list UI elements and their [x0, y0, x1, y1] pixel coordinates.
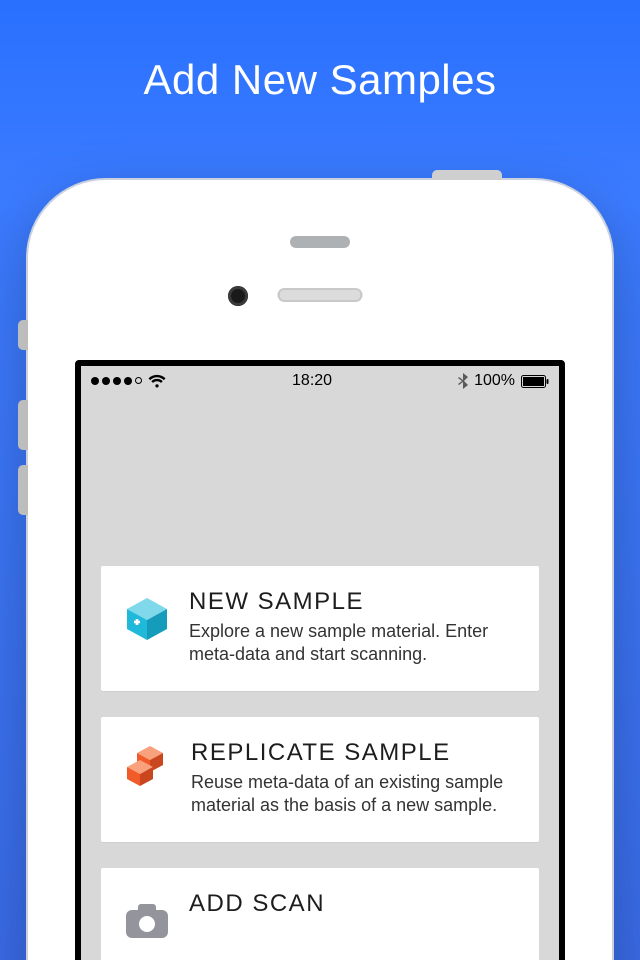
phone-mockup: 18:20 100%: [28, 180, 612, 960]
bluetooth-icon: [458, 373, 468, 389]
card-replicate-sample[interactable]: REPLICATE SAMPLE Reuse meta-data of an e…: [101, 717, 539, 842]
card-title: ADD SCAN: [189, 890, 517, 918]
phone-mute-switch: [18, 320, 28, 350]
phone-screen: 18:20 100%: [75, 360, 565, 960]
phone-front-camera: [228, 286, 248, 306]
phone-volume-up: [18, 400, 28, 450]
content-area: NEW SAMPLE Explore a new sample material…: [81, 396, 559, 960]
box-plus-icon: [123, 594, 171, 642]
battery-percent: 100%: [474, 372, 515, 390]
phone-sensor-bar: [290, 236, 350, 248]
card-add-scan[interactable]: ADD SCAN: [101, 868, 539, 960]
card-desc: Explore a new sample material. Enter met…: [189, 620, 517, 667]
signal-strength-icon: [91, 377, 142, 385]
phone-volume-down: [18, 465, 28, 515]
boxes-icon: [123, 745, 173, 793]
phone-ear-speaker: [278, 288, 363, 302]
wifi-icon: [148, 374, 166, 388]
phone-power-button: [432, 170, 502, 180]
card-title: NEW SAMPLE: [189, 588, 517, 616]
battery-icon: [521, 375, 549, 388]
card-title: REPLICATE SAMPLE: [191, 739, 517, 767]
card-new-sample[interactable]: NEW SAMPLE Explore a new sample material…: [101, 566, 539, 691]
status-bar: 18:20 100%: [81, 366, 559, 396]
page-title: Add New Samples: [0, 0, 640, 104]
status-bar-time: 18:20: [292, 372, 332, 390]
card-desc: Reuse meta-data of an existing sample ma…: [191, 771, 517, 818]
camera-plus-icon: [123, 896, 171, 944]
